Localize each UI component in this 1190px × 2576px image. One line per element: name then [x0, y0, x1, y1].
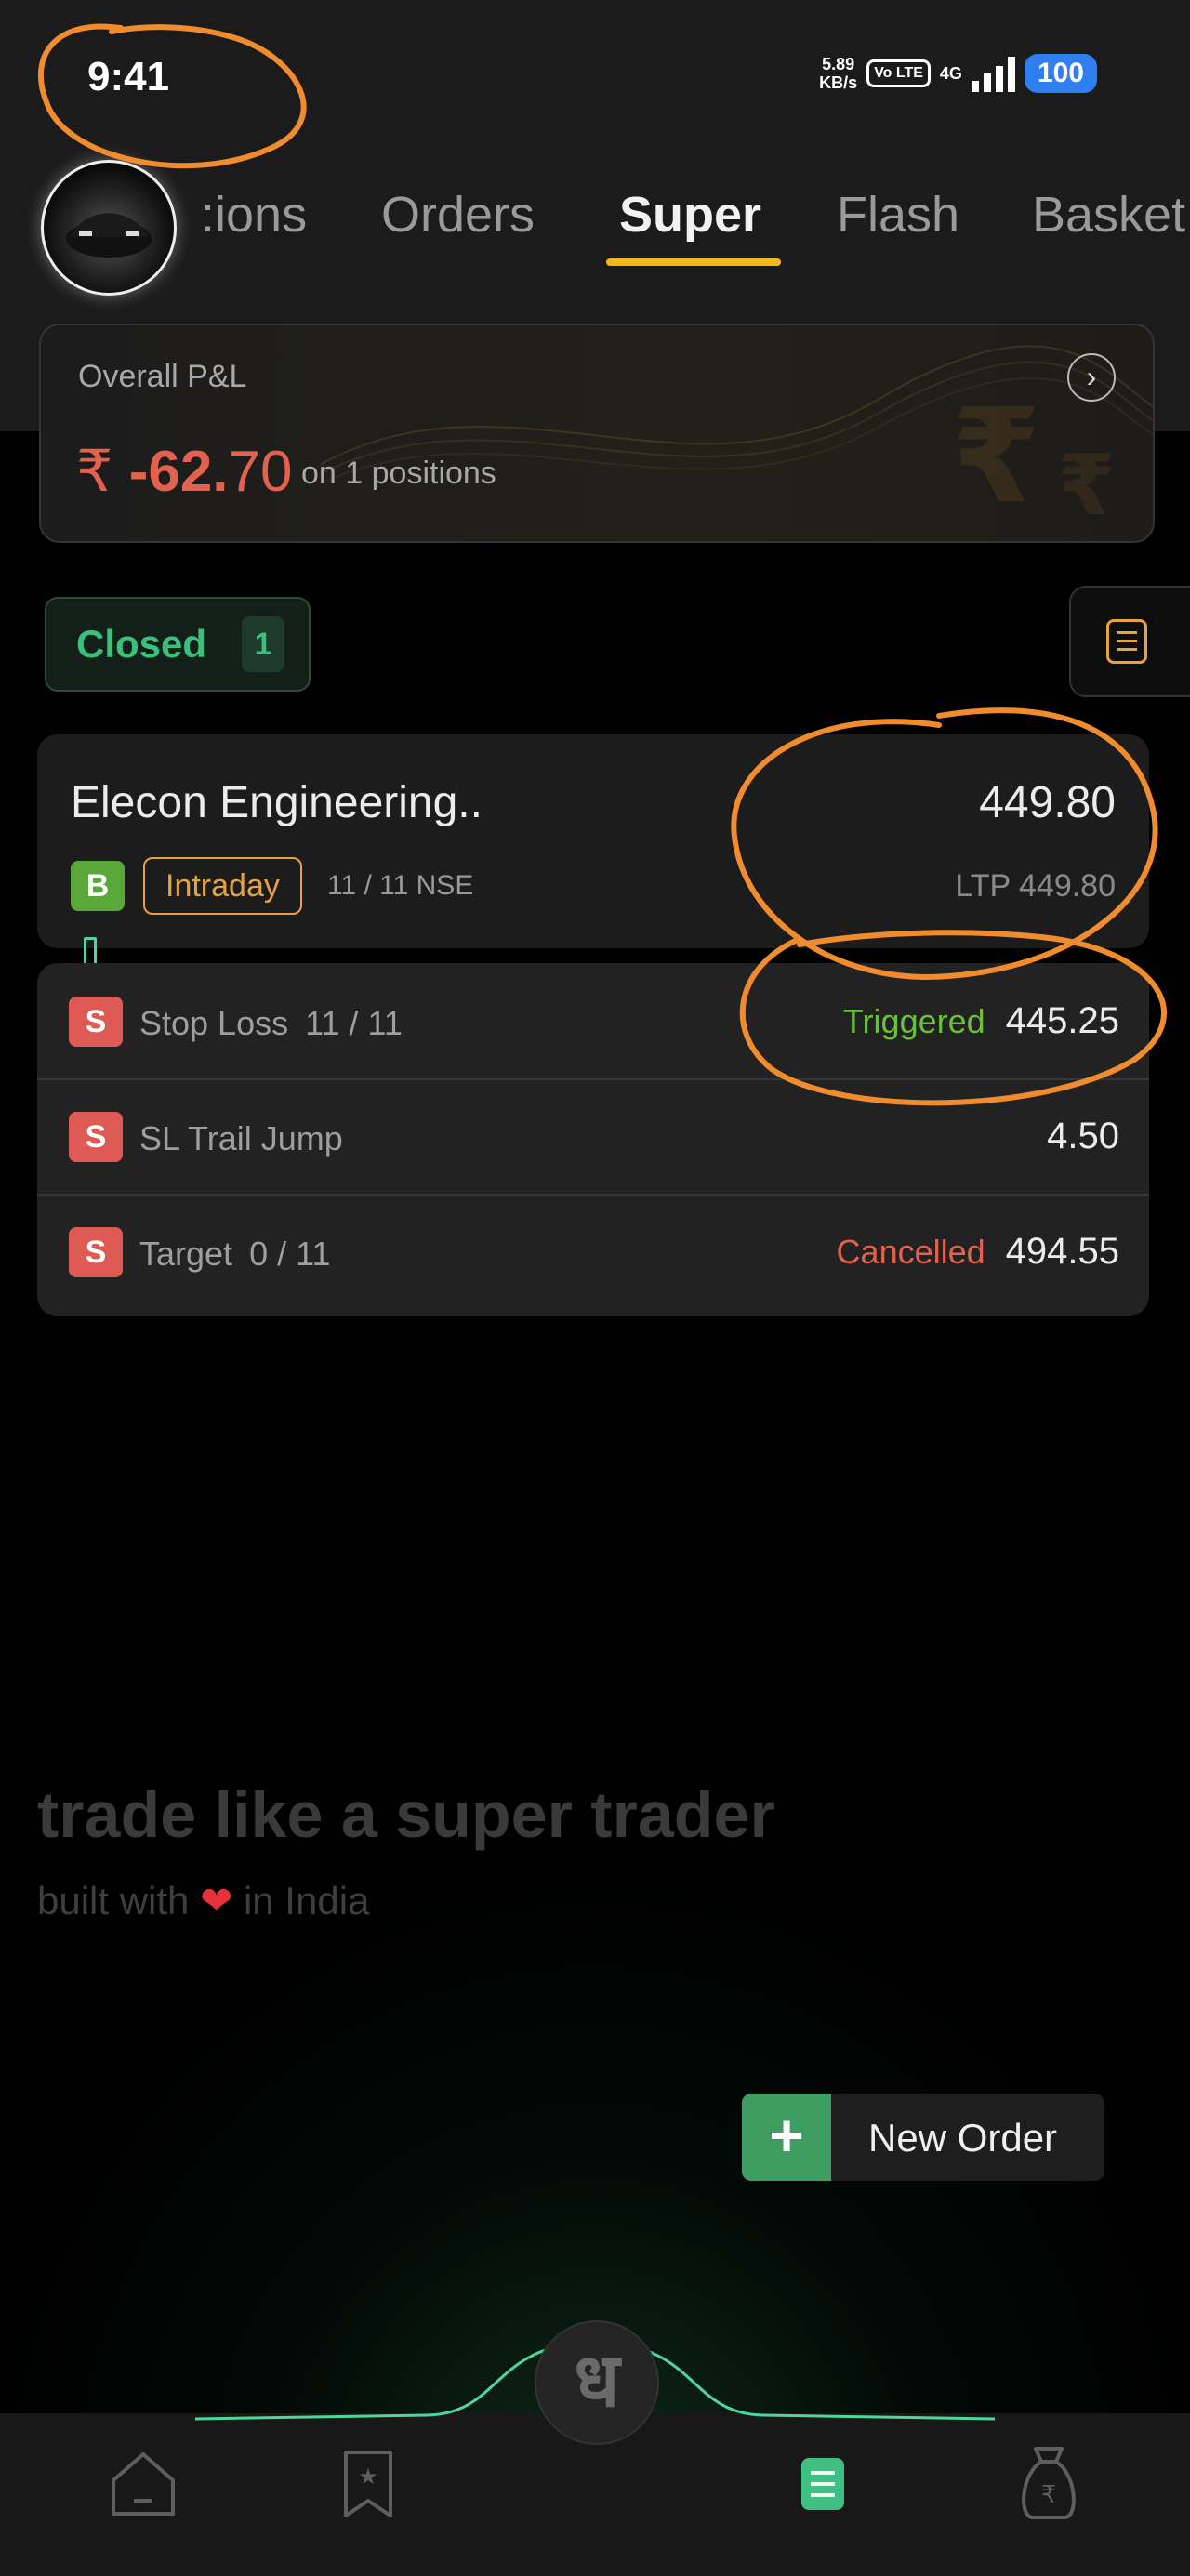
orders-nav-icon[interactable]: [801, 2458, 844, 2510]
dhan-home-button[interactable]: ध: [535, 2320, 659, 2445]
funds-moneybag-icon[interactable]: ₹: [1013, 2441, 1084, 2523]
heart-icon: ❤: [200, 1879, 233, 1922]
tagline: trade like a super trader: [37, 1778, 775, 1851]
sell-badge: S: [69, 1227, 123, 1277]
svg-text:★: ★: [358, 2464, 378, 2490]
home-icon[interactable]: [106, 2447, 180, 2521]
orange-annotation-circles: [37, 23, 1167, 1106]
leg-target[interactable]: S Target 0 / 11 Cancelled 494.55: [37, 1194, 1149, 1316]
leg-label: Target 0 / 11: [139, 1235, 331, 1273]
status-cancelled: Cancelled: [836, 1233, 985, 1271]
built-in-india: built with ❤ in India: [37, 1879, 370, 1922]
watchlist-bookmark-icon[interactable]: ★: [338, 2447, 398, 2521]
leg-status-value: Cancelled 494.55: [836, 1231, 1119, 1272]
plus-icon: +: [742, 2094, 831, 2181]
svg-text:₹: ₹: [1041, 2481, 1057, 2509]
new-order-label: New Order: [868, 2116, 1058, 2160]
new-order-button[interactable]: + New Order: [742, 2094, 1104, 2181]
